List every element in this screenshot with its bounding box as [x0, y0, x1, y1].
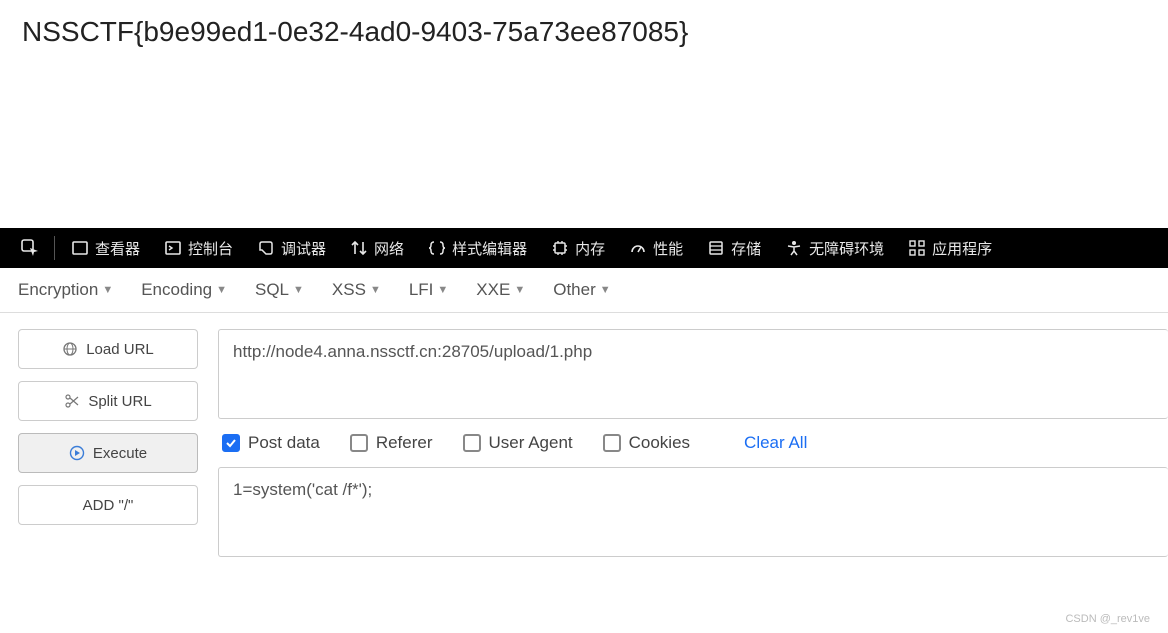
tab-accessibility[interactable]: 无障碍环境 — [773, 228, 896, 268]
gauge-icon — [629, 239, 647, 257]
element-picker-button[interactable] — [10, 238, 50, 258]
post-data-input[interactable]: 1=system('cat /f*'); — [218, 467, 1168, 557]
tab-label: 应用程序 — [932, 238, 992, 259]
tab-label: 查看器 — [95, 238, 140, 259]
checkbox-icon — [222, 434, 240, 452]
tab-inspector[interactable]: 查看器 — [59, 228, 152, 268]
menu-sql[interactable]: SQL ▼ — [255, 280, 304, 300]
menu-label: XSS — [332, 280, 366, 300]
globe-icon — [62, 341, 78, 357]
tab-memory[interactable]: 内存 — [539, 228, 617, 268]
tab-console[interactable]: 控制台 — [152, 228, 245, 268]
options-row: Post data Referer User Agent Cookies Cle… — [218, 433, 1168, 453]
console-icon — [164, 239, 182, 257]
braces-icon — [428, 239, 446, 257]
grid-icon — [908, 239, 926, 257]
memory-icon — [551, 239, 569, 257]
hackbar-body: Load URL Split URL Execute ADD "/" http:… — [0, 313, 1168, 557]
tab-style-editor[interactable]: 样式编辑器 — [416, 228, 539, 268]
checkbox-label: User Agent — [489, 433, 573, 453]
content-pane: http://node4.anna.nssctf.cn:28705/upload… — [218, 329, 1168, 557]
checkbox-icon — [463, 434, 481, 452]
tab-label: 样式编辑器 — [452, 238, 527, 259]
button-label: ADD "/" — [83, 497, 134, 514]
execute-button[interactable]: Execute — [18, 433, 198, 473]
caret-down-icon: ▼ — [370, 284, 381, 296]
network-icon — [350, 239, 368, 257]
caret-down-icon: ▼ — [600, 284, 611, 296]
tab-debugger[interactable]: 调试器 — [245, 228, 338, 268]
split-url-button[interactable]: Split URL — [18, 381, 198, 421]
caret-down-icon: ▼ — [437, 284, 448, 296]
tab-label: 网络 — [374, 238, 404, 259]
box-icon — [71, 239, 89, 257]
menu-label: SQL — [255, 280, 289, 300]
caret-down-icon: ▼ — [293, 284, 304, 296]
checkbox-label: Cookies — [629, 433, 690, 453]
add-slash-button[interactable]: ADD "/" — [18, 485, 198, 525]
menu-xxe[interactable]: XXE ▼ — [476, 280, 525, 300]
load-url-button[interactable]: Load URL — [18, 329, 198, 369]
clear-all-link[interactable]: Clear All — [744, 433, 807, 453]
button-label: Load URL — [86, 341, 154, 358]
url-input[interactable]: http://node4.anna.nssctf.cn:28705/upload… — [218, 329, 1168, 419]
tab-performance[interactable]: 性能 — [617, 228, 695, 268]
checkbox-post-data[interactable]: Post data — [222, 433, 320, 453]
checkbox-icon — [350, 434, 368, 452]
tab-label: 调试器 — [281, 238, 326, 259]
menu-label: LFI — [409, 280, 434, 300]
tab-storage[interactable]: 存储 — [695, 228, 773, 268]
checkbox-referer[interactable]: Referer — [350, 433, 433, 453]
watermark-text: CSDN @_rev1ve — [1065, 613, 1150, 625]
checkbox-user-agent[interactable]: User Agent — [463, 433, 573, 453]
tab-label: 控制台 — [188, 238, 233, 259]
debugger-icon — [257, 239, 275, 257]
accessibility-icon — [785, 239, 803, 257]
button-label: Execute — [93, 445, 147, 462]
menu-label: Other — [553, 280, 596, 300]
caret-down-icon: ▼ — [514, 284, 525, 296]
separator — [54, 236, 55, 260]
storage-icon — [707, 239, 725, 257]
checkbox-label: Referer — [376, 433, 433, 453]
menu-label: XXE — [476, 280, 510, 300]
menu-label: Encoding — [141, 280, 212, 300]
tab-label: 存储 — [731, 238, 761, 259]
scissors-icon — [64, 393, 80, 409]
menu-encryption[interactable]: Encryption ▼ — [18, 280, 113, 300]
tab-network[interactable]: 网络 — [338, 228, 416, 268]
picker-icon — [20, 238, 40, 258]
play-icon — [69, 445, 85, 461]
menu-encoding[interactable]: Encoding ▼ — [141, 280, 227, 300]
tab-label: 性能 — [653, 238, 683, 259]
checkbox-label: Post data — [248, 433, 320, 453]
menu-xss[interactable]: XSS ▼ — [332, 280, 381, 300]
menu-other[interactable]: Other ▼ — [553, 280, 610, 300]
caret-down-icon: ▼ — [102, 284, 113, 296]
action-sidebar: Load URL Split URL Execute ADD "/" — [18, 329, 198, 557]
checkbox-icon — [603, 434, 621, 452]
menu-label: Encryption — [18, 280, 98, 300]
hackbar-menu: Encryption▼ Encoding▼ SQL▼ XSS▼ LFI▼ XXE… — [0, 268, 1168, 313]
page-flag-text: NSSCTF{b9e99ed1-0e32-4ad0-9403-75a73ee87… — [0, 0, 1168, 64]
button-label: Split URL — [88, 393, 151, 410]
menu-lfi[interactable]: LFI▼ — [409, 280, 448, 300]
tab-label: 无障碍环境 — [809, 238, 884, 259]
tab-application[interactable]: 应用程序 — [896, 228, 1004, 268]
caret-down-icon: ▼ — [216, 284, 227, 296]
tab-label: 内存 — [575, 238, 605, 259]
checkbox-cookies[interactable]: Cookies — [603, 433, 690, 453]
devtools-toolbar: 查看器 控制台 调试器 网络 样式编辑器 内存 性能 存储 无障碍环境 应用程序 — [0, 228, 1168, 268]
